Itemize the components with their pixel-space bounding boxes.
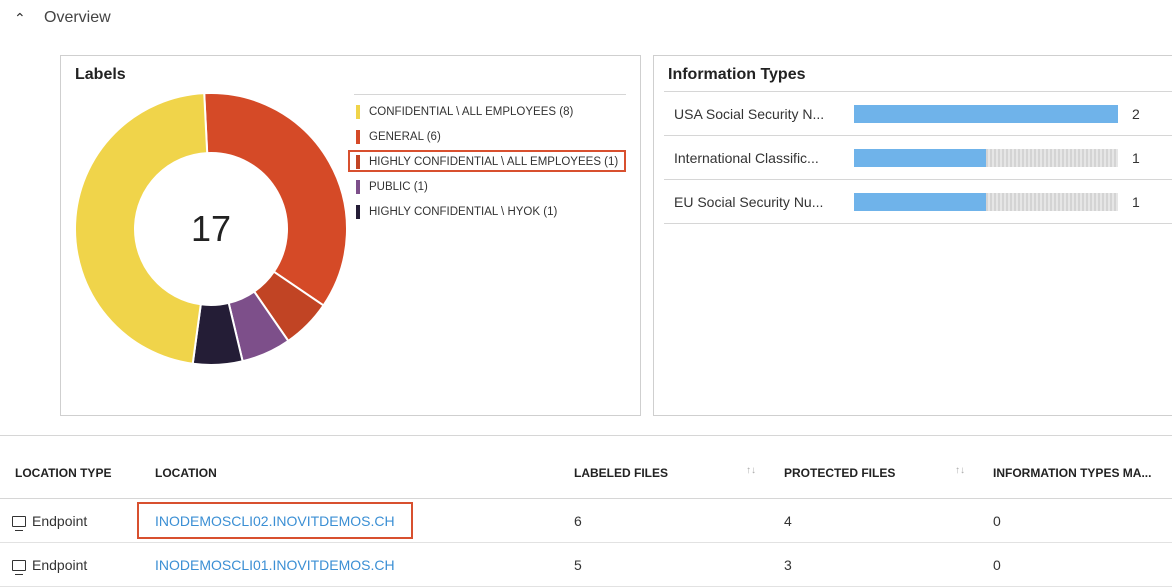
legend-item-highly-confidential-hyok[interactable]: HIGHLY CONFIDENTIAL \ HYOK (1) <box>354 199 626 224</box>
chevron-up-icon: ⌃ <box>14 9 26 26</box>
table-header: LOCATION TYPE LOCATION LABELED FILES ↑↓ … <box>0 448 1172 499</box>
location-type-cell: Endpoint <box>12 557 88 575</box>
location-type-cell: Endpoint <box>12 513 88 531</box>
labels-card-title: Labels <box>75 66 126 83</box>
labels-donut-chart <box>75 93 347 365</box>
endpoint-icon <box>12 560 26 575</box>
location-link[interactable]: INODEMOSCLI01.INOVITDEMOS.CH <box>155 557 395 573</box>
info-type-bar <box>854 192 1118 211</box>
information-types-title: Information Types <box>668 66 806 83</box>
info-type-bar <box>854 104 1118 123</box>
info-type-name: International Classific... <box>674 149 819 166</box>
donut-slice[interactable] <box>75 93 209 365</box>
overview-toggle[interactable]: ⌃ Overview <box>14 6 111 30</box>
legend-swatch <box>356 104 360 119</box>
overview-title: Overview <box>44 9 111 26</box>
legend-item-general[interactable]: GENERAL (6) <box>354 124 626 149</box>
info-type-row[interactable]: USA Social Security N... 2 <box>664 92 1172 136</box>
info-type-bar-fill <box>854 192 986 211</box>
info-type-name: USA Social Security N... <box>674 105 825 122</box>
legend-label: PUBLIC (1) <box>369 180 428 193</box>
labeled-files-cell: 5 <box>574 557 582 573</box>
legend-swatch <box>356 154 360 169</box>
information-types-cell: 0 <box>993 557 1001 573</box>
table-row[interactable]: Endpoint INODEMOSCLI01.INOVITDEMOS.CH 5 … <box>0 543 1172 587</box>
legend-label: CONFIDENTIAL \ ALL EMPLOYEES (8) <box>369 105 574 118</box>
location-highlight-box <box>137 502 413 539</box>
legend-swatch <box>356 129 360 144</box>
column-header-location-type[interactable]: LOCATION TYPE <box>15 466 111 480</box>
column-header-protected-files[interactable]: PROTECTED FILES <box>784 466 895 480</box>
locations-table: LOCATION TYPE LOCATION LABELED FILES ↑↓ … <box>0 448 1172 587</box>
column-header-information-types[interactable]: INFORMATION TYPES MA... <box>993 466 1151 480</box>
legend-item-confidential-all-employees[interactable]: CONFIDENTIAL \ ALL EMPLOYEES (8) <box>354 99 626 124</box>
column-header-location[interactable]: LOCATION <box>155 466 217 480</box>
info-type-bar-fill <box>854 104 1118 123</box>
labeled-files-cell: 6 <box>574 513 582 529</box>
labels-legend: CONFIDENTIAL \ ALL EMPLOYEES (8) GENERAL… <box>348 94 626 224</box>
sort-icon[interactable]: ↑↓ <box>955 465 965 476</box>
information-types-cell: 0 <box>993 513 1001 529</box>
legend-swatch <box>356 204 360 219</box>
info-type-name: EU Social Security Nu... <box>674 193 824 210</box>
endpoint-icon <box>12 516 26 531</box>
info-type-count: 1 <box>1132 149 1140 166</box>
legend-item-public[interactable]: PUBLIC (1) <box>354 174 626 199</box>
legend-swatch <box>356 179 360 194</box>
info-type-row[interactable]: EU Social Security Nu... 1 <box>664 180 1172 224</box>
legend-label: HIGHLY CONFIDENTIAL \ HYOK (1) <box>369 205 558 218</box>
column-header-labeled-files[interactable]: LABELED FILES <box>574 466 668 480</box>
legend-label: GENERAL (6) <box>369 130 441 143</box>
information-types-list: USA Social Security N... 2 International… <box>664 91 1172 224</box>
location-type-text: Endpoint <box>32 557 88 573</box>
info-type-bar <box>854 148 1118 167</box>
info-type-bar-fill <box>854 148 986 167</box>
legend-label: HIGHLY CONFIDENTIAL \ ALL EMPLOYEES (1) <box>369 155 619 168</box>
info-type-count: 1 <box>1132 193 1140 210</box>
protected-files-cell: 3 <box>784 557 792 573</box>
section-divider <box>0 435 1172 436</box>
info-type-row[interactable]: International Classific... 1 <box>664 136 1172 180</box>
sort-icon[interactable]: ↑↓ <box>746 465 756 476</box>
legend-item-highly-confidential-all-employees[interactable]: HIGHLY CONFIDENTIAL \ ALL EMPLOYEES (1) <box>348 149 626 174</box>
protected-files-cell: 4 <box>784 513 792 529</box>
location-type-text: Endpoint <box>32 513 88 529</box>
labels-card: Labels 17 CONFIDENTIAL \ ALL EMPLOYEES (… <box>60 55 641 416</box>
info-type-count: 2 <box>1132 105 1140 122</box>
table-row[interactable]: Endpoint INODEMOSCLI02.INOVITDEMOS.CH 6 … <box>0 499 1172 543</box>
information-types-card: Information Types USA Social Security N.… <box>653 55 1172 416</box>
